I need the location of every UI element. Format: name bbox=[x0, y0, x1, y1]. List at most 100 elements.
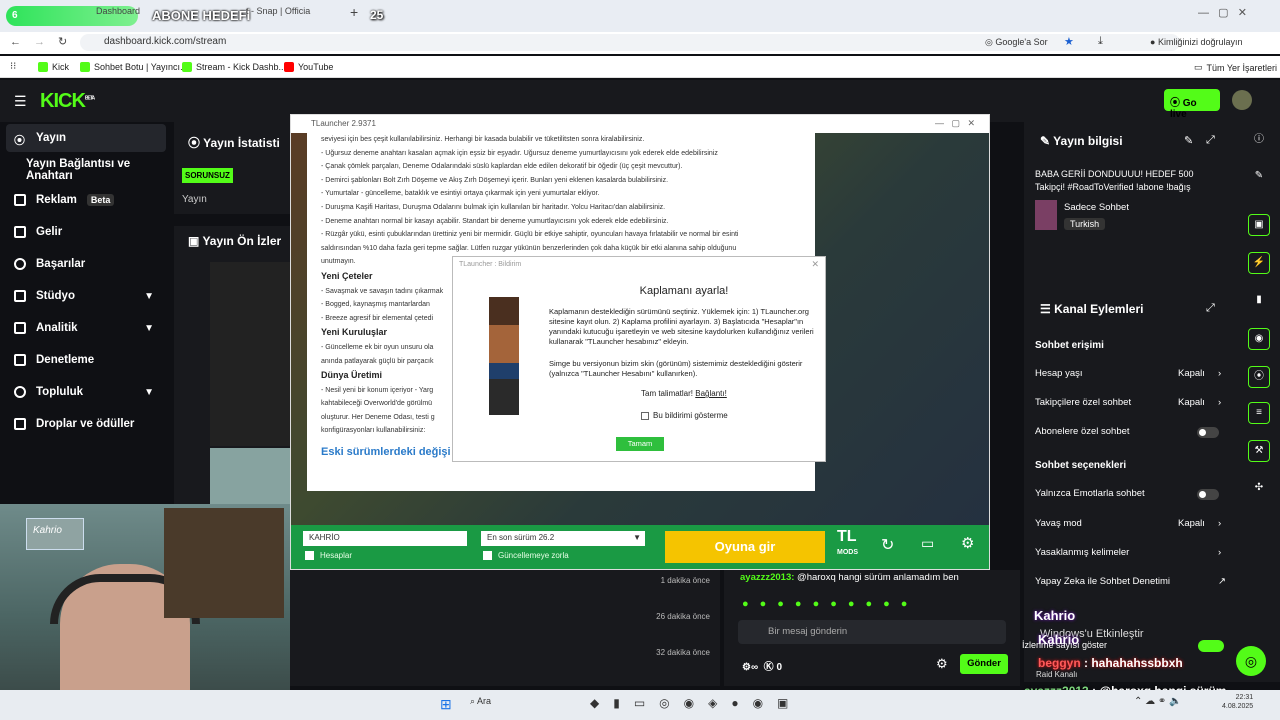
skin-torso bbox=[489, 325, 519, 363]
dont-show-checkbox[interactable]: Bu bildirimi gösterme bbox=[641, 411, 728, 420]
all-bookmarks[interactable]: ▭ Tüm Yer İşaretleri bbox=[1194, 62, 1277, 73]
sidebar-item-label: Analitik bbox=[36, 322, 78, 334]
changelog-line: saldırısından %10 daha fazla geri tepme … bbox=[321, 244, 737, 252]
lightning-icon[interactable]: ⚡ bbox=[1248, 252, 1270, 274]
apps-grid-icon[interactable]: ⁝⁝ bbox=[10, 61, 16, 72]
reload-icon[interactable]: ↻ bbox=[58, 35, 67, 48]
setting-banned-words[interactable]: Yasaklanmış kelimeler › bbox=[1035, 547, 1235, 558]
sidebar-item-studyo[interactable]: Stüdyo ▼ bbox=[0, 282, 166, 310]
folder-icon[interactable]: ▭ bbox=[921, 535, 934, 552]
edit-icon[interactable]: ✎ bbox=[1184, 134, 1193, 147]
stream-stats-panel: ⦿ Yayın İstatisti SORUNSUZ Yayın bbox=[174, 122, 294, 214]
minecraft-skin-figure bbox=[489, 297, 519, 415]
guide-link[interactable]: Bağlantı! bbox=[695, 389, 727, 398]
setting-ai-moderation[interactable]: Yapay Zeka ile Sohbet Denetimi ↗ bbox=[1035, 576, 1235, 587]
refresh-icon[interactable]: ↻ bbox=[881, 535, 894, 555]
google-ask-button[interactable]: ◎ Google'a Sor bbox=[985, 37, 1048, 48]
tl-mods-logo[interactable]: TL MODS bbox=[837, 529, 858, 561]
chat-points[interactable]: ⚙∞ Ⓚ 0 bbox=[742, 658, 782, 673]
accounts-checkbox[interactable]: Hesaplar bbox=[305, 551, 352, 561]
windows-start-icon[interactable]: ⊞ bbox=[440, 696, 452, 713]
ok-button[interactable]: Tamam bbox=[616, 437, 664, 451]
bookmark-stream-dashboard[interactable]: Stream - Kick Dashb... bbox=[182, 62, 286, 72]
sidebar-item-droplar[interactable]: Droplar ve ödüller bbox=[0, 410, 166, 438]
launcher-bottom-bar: KAHRİO Hesaplar En son sürüm 26.2 ▼ Günce… bbox=[291, 525, 989, 569]
chat-bubble-icon[interactable]: ◉ bbox=[1248, 328, 1270, 350]
identity-label: Kimliğinizi doğrulayın bbox=[1157, 37, 1243, 47]
close-icon[interactable]: ✕ bbox=[811, 259, 819, 270]
tab-snap[interactable]: t - Snap | Officia bbox=[246, 6, 310, 16]
play-button[interactable]: Oyuna gir bbox=[665, 531, 825, 563]
chat-fab-icon[interactable]: ◎ bbox=[1236, 646, 1266, 676]
bookmark-kick[interactable]: Kick bbox=[38, 62, 69, 72]
trash-icon[interactable]: ▮ bbox=[1248, 290, 1270, 312]
back-icon[interactable]: ← bbox=[10, 36, 21, 48]
identity-button[interactable]: ● Kimliğinizi doğrulayın bbox=[1150, 37, 1242, 47]
taskbar-search[interactable]: ⌕ Ara bbox=[470, 696, 491, 707]
sidebar-item-yayin[interactable]: ⦿ Yayın bbox=[6, 124, 166, 152]
settings-gear-icon[interactable]: ⚙ bbox=[961, 534, 974, 552]
sidebar-item-denetleme[interactable]: Denetleme bbox=[0, 346, 166, 374]
hammer-icon[interactable]: ⚒ bbox=[1248, 440, 1270, 462]
window-controls[interactable]: — ▢ ✕ bbox=[935, 118, 975, 129]
sidebar-item-topluluk[interactable]: Topluluk ▼ bbox=[0, 378, 166, 406]
sidebar-item-basarilar[interactable]: Başarılar bbox=[0, 250, 166, 278]
trophy-icon bbox=[14, 258, 26, 270]
setting-label: Yavaş mod bbox=[1035, 518, 1082, 529]
info-icon[interactable]: ⓘ bbox=[1248, 130, 1270, 152]
force-update-label: Güncellemeye zorla bbox=[498, 551, 569, 560]
community-icon bbox=[14, 386, 26, 398]
force-update-checkbox[interactable]: Güncellemeye zorla bbox=[483, 551, 569, 561]
changelog-line: - Rüzgâr yükü, esinti çubuklarından üret… bbox=[321, 231, 739, 239]
menu-icon[interactable]: ☰ bbox=[14, 93, 27, 110]
revenue-icon bbox=[14, 226, 26, 238]
emote-bar[interactable]: ●●●●●●●●●● bbox=[742, 598, 918, 610]
setting-account-age[interactable]: Hesap yaşı Kapalı › bbox=[1035, 368, 1235, 379]
download-icon[interactable]: ⤓ bbox=[1098, 35, 1103, 48]
setting-followers-only[interactable]: Takipçilere özel sohbet Kapalı › bbox=[1035, 397, 1235, 408]
bookmark-youtube[interactable]: YouTube bbox=[284, 62, 333, 72]
setting-emote-only[interactable]: Yalnızca Emotlarla sohbet bbox=[1035, 488, 1235, 500]
bookmark-star-icon[interactable]: ★ bbox=[1064, 35, 1074, 48]
tab-dashboard[interactable]: Dashboard bbox=[96, 6, 140, 16]
kick-logo[interactable]: KICKBETA bbox=[40, 90, 95, 113]
sidebar-item-stream-key[interactable]: Yayın Bağlantısı ve Anahtarı bbox=[0, 156, 166, 184]
avatar[interactable] bbox=[1232, 90, 1252, 110]
taskbar-clock[interactable]: 22:31 4.08.2025 bbox=[1222, 693, 1253, 711]
username-input[interactable]: KAHRİO bbox=[303, 531, 467, 546]
popout-icon[interactable]: ⤢ bbox=[1206, 134, 1215, 147]
toggle-switch[interactable] bbox=[1197, 489, 1219, 500]
taskbar-apps[interactable]: ◆▮▭◎◉◈●◉▣ bbox=[590, 696, 802, 710]
send-button[interactable]: Gönder bbox=[960, 654, 1008, 674]
version-select[interactable]: En son sürüm 26.2 ▼ bbox=[481, 531, 645, 546]
chevron-down-icon: ▼ bbox=[144, 322, 154, 334]
window-controls[interactable]: — ▢ ✕ bbox=[1198, 6, 1247, 19]
setting-slow-mode[interactable]: Yavaş mod Kapalı › bbox=[1035, 518, 1235, 529]
system-tray-icons[interactable]: ⌃ ☁ ⚭ 🔈 bbox=[1134, 696, 1182, 707]
dialog-heading: Kaplamanı ayarla! bbox=[639, 285, 729, 297]
puzzle-icon[interactable]: ✣ bbox=[1248, 478, 1270, 500]
chat-settings-icon[interactable]: ⚙ bbox=[936, 656, 948, 672]
jerseys-background bbox=[164, 508, 284, 618]
bookmark-sohbet-botu[interactable]: Sohbet Botu | Yayıncı... bbox=[80, 62, 188, 72]
sidebar-item-gelir[interactable]: Gelir bbox=[0, 218, 166, 246]
chat-input[interactable]: Bir mesaj gönderin bbox=[738, 620, 1006, 644]
camera-icon[interactable]: ▣ bbox=[1248, 214, 1270, 236]
clock-date: 4.08.2025 bbox=[1222, 703, 1254, 710]
sidebar-item-reklam[interactable]: Reklam Beta bbox=[0, 186, 166, 214]
overlay-chat-text: İzlenme sayısı göster bbox=[1022, 640, 1108, 650]
sidebar-item-label: Yayın Bağlantısı ve Anahtarı bbox=[26, 158, 131, 182]
toggle-switch[interactable] bbox=[1198, 640, 1224, 652]
broadcast-icon[interactable]: ⦿ bbox=[1248, 366, 1270, 388]
toggle-switch[interactable] bbox=[1197, 427, 1219, 438]
google-ask-label: Google'a Sor bbox=[995, 37, 1048, 47]
new-tab-icon[interactable]: + bbox=[350, 4, 358, 20]
go-live-button[interactable]: ⦿ Go live bbox=[1164, 89, 1220, 120]
edit-icon[interactable]: ✎ bbox=[1248, 166, 1270, 188]
setting-subscribers-only[interactable]: Abonelere özel sohbet bbox=[1035, 426, 1235, 438]
sidebar-item-analitik[interactable]: Analitik ▼ bbox=[0, 314, 166, 342]
popout-icon[interactable]: ⤢ bbox=[1206, 302, 1215, 315]
list-icon[interactable]: ≡ bbox=[1248, 402, 1270, 424]
forward-icon[interactable]: → bbox=[34, 36, 45, 48]
bookmark-kick-label: Kick bbox=[52, 62, 70, 72]
